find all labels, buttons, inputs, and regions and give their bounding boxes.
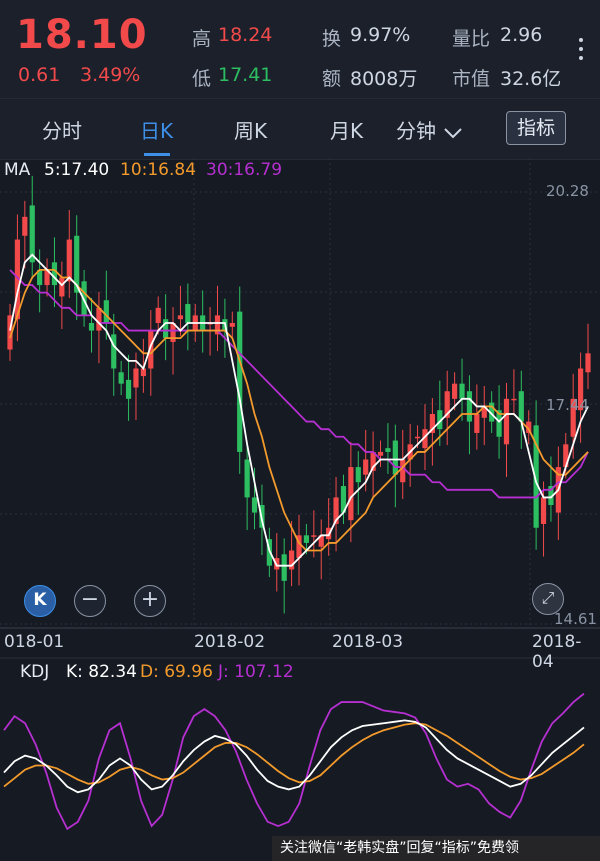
amount-label: 额	[322, 68, 342, 90]
tab-intraday[interactable]: 分时	[42, 115, 82, 144]
candle-body	[229, 322, 235, 327]
zoom-out-button[interactable]: −	[74, 585, 106, 617]
kdj-d-line	[3, 722, 585, 788]
turnover-label: 换	[322, 28, 342, 50]
zoom-in-button[interactable]: +	[134, 585, 166, 617]
candle-body	[311, 535, 317, 537]
candle-body	[363, 459, 369, 475]
candle-body	[237, 311, 243, 452]
date-label-feb: 2018-02	[194, 632, 266, 652]
turnover-value: 9.97%	[350, 24, 411, 46]
active-tab-indicator	[144, 153, 170, 156]
candle-body	[111, 334, 117, 369]
candle-body	[185, 304, 191, 323]
date-label-mar: 2018-03	[332, 632, 404, 652]
candle-body	[503, 398, 510, 445]
high-value: 18.24	[218, 24, 273, 46]
tab-monthly-k[interactable]: 月K	[330, 115, 363, 144]
market-cap-value: 32.6亿	[500, 68, 562, 90]
candle-body	[163, 319, 169, 339]
ma10-legend: 10:16.84	[120, 160, 197, 180]
kdj-k-line	[3, 719, 585, 794]
candle-body	[244, 459, 250, 498]
kdj-legend-prefix: KDJ	[20, 662, 50, 682]
date-label-apr: 2018-04	[532, 632, 582, 672]
market-cap-label: 市值	[452, 68, 491, 90]
candle-body	[155, 307, 161, 323]
period-tab-bar: 分时 日K 周K 月K 分钟 指标	[0, 98, 600, 160]
candle-body	[251, 497, 258, 513]
candle-body	[281, 554, 287, 581]
current-price: 18.10	[16, 12, 148, 58]
candle-body	[585, 353, 591, 373]
price-change: 0.61	[18, 64, 61, 86]
quote-header: 18.10 0.61 3.49% 高 18.24 低 17.41 换 9.97%…	[0, 0, 600, 98]
tab-daily-k[interactable]: 日K	[140, 115, 173, 144]
kline-mode-button[interactable]: K	[24, 585, 56, 617]
candle-body	[392, 440, 398, 475]
candle-body	[177, 315, 184, 320]
candle-body	[96, 307, 102, 331]
ma30-line	[9, 269, 589, 499]
candle-body	[59, 277, 65, 297]
candle-body	[133, 368, 139, 388]
tab-weekly-k[interactable]: 周K	[234, 115, 267, 144]
kdj-j-legend: J: 107.12	[218, 662, 294, 682]
chevron-down-icon	[444, 127, 463, 138]
price-axis-bottom: 14.61	[554, 610, 597, 628]
kdj-k-legend: K: 82.34	[66, 662, 137, 682]
candle-body	[459, 383, 465, 399]
more-menu-icon[interactable]	[578, 38, 584, 64]
candlestick-chart[interactable]	[0, 158, 600, 861]
high-label: 高	[192, 28, 212, 50]
price-axis-mid: 17.44	[546, 396, 589, 414]
candle-body	[400, 459, 406, 483]
candle-body	[88, 322, 95, 331]
low-label: 低	[192, 68, 212, 90]
candle-body	[66, 239, 72, 282]
candle-body	[385, 448, 391, 452]
price-change-pct: 3.49%	[80, 64, 141, 86]
ma-legend-prefix: MA	[4, 160, 31, 180]
candle-body	[452, 383, 458, 399]
kdj-j-line	[3, 692, 585, 831]
tab-minute-label: 分钟	[396, 119, 436, 143]
candle-body	[51, 262, 58, 286]
indicator-button[interactable]: 指标	[506, 111, 566, 145]
candle-body	[355, 467, 361, 483]
ma5-legend: 5:17.40	[44, 160, 110, 180]
candle-body	[414, 436, 421, 439]
candle-body	[288, 550, 295, 570]
low-value: 17.41	[218, 64, 273, 86]
candle-body	[377, 451, 384, 456]
candle-body	[348, 467, 354, 521]
candle-body	[474, 413, 480, 433]
candle-body	[118, 372, 124, 384]
candle-body	[103, 300, 109, 323]
amount-value: 8008万	[350, 68, 418, 90]
candle-body	[540, 497, 547, 524]
candle-body	[125, 379, 132, 399]
tab-minute[interactable]: 分钟	[396, 115, 464, 144]
candle-body	[466, 391, 473, 422]
volume-ratio-value: 2.96	[500, 24, 543, 46]
candle-body	[511, 398, 517, 401]
candle-body	[518, 391, 524, 422]
fullscreen-expand-icon[interactable]: ⤢	[532, 583, 564, 615]
ma30-legend: 30:16.79	[206, 160, 283, 180]
price-axis-top: 20.28	[546, 182, 589, 200]
date-label-jan: 018-01	[4, 632, 65, 652]
kdj-d-legend: D: 69.96	[140, 662, 213, 682]
candle-body	[303, 535, 310, 543]
watermark-banner: 关注微信“老韩实盘”回复“指标”免费领	[272, 836, 600, 861]
candle-body	[22, 216, 28, 236]
volume-ratio-label: 量比	[452, 28, 491, 50]
